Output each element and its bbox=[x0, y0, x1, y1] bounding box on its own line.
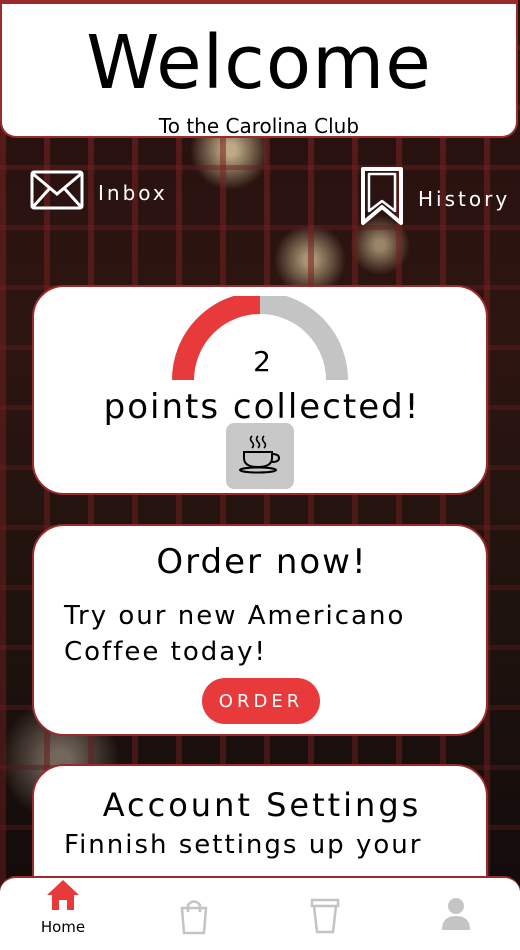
inbox-label: Inbox bbox=[98, 180, 168, 205]
order-button[interactable]: ORDER bbox=[202, 678, 320, 724]
bottom-nav: Home bbox=[0, 876, 520, 950]
page-subtitle: To the Carolina Club bbox=[158, 114, 360, 138]
coffee-cup-icon bbox=[238, 434, 282, 478]
bookmark-icon bbox=[360, 166, 404, 231]
history-label: History bbox=[418, 186, 511, 211]
page-title: Welcome bbox=[86, 20, 432, 106]
account-body: Finnish settings up your bbox=[64, 830, 423, 860]
nav-home[interactable]: Home bbox=[23, 878, 103, 950]
shopping-bag-icon bbox=[177, 878, 211, 940]
coffee-reward-button[interactable] bbox=[226, 423, 294, 489]
nav-profile[interactable] bbox=[416, 878, 496, 950]
order-card: Order now! Try our new Americano Coffee … bbox=[32, 524, 488, 736]
order-title: Order now! bbox=[156, 542, 368, 582]
mail-icon bbox=[30, 170, 84, 215]
nav-shop[interactable] bbox=[154, 878, 234, 950]
user-icon bbox=[440, 878, 472, 936]
inbox-link[interactable]: Inbox bbox=[30, 170, 168, 215]
points-label: points collected! bbox=[103, 387, 421, 427]
nav-home-label: Home bbox=[40, 918, 86, 936]
coffee-cup-icon bbox=[309, 878, 341, 938]
gauge-fill bbox=[172, 296, 261, 381]
points-progress-gauge bbox=[172, 296, 348, 381]
order-body: Try our new Americano Coffee today! bbox=[64, 601, 406, 667]
home-icon bbox=[45, 878, 81, 916]
nav-orders[interactable] bbox=[285, 878, 365, 950]
account-title: Account Settings bbox=[102, 786, 422, 824]
welcome-header: Welcome To the Carolina Club bbox=[0, 0, 518, 138]
history-link[interactable]: History bbox=[360, 166, 510, 231]
